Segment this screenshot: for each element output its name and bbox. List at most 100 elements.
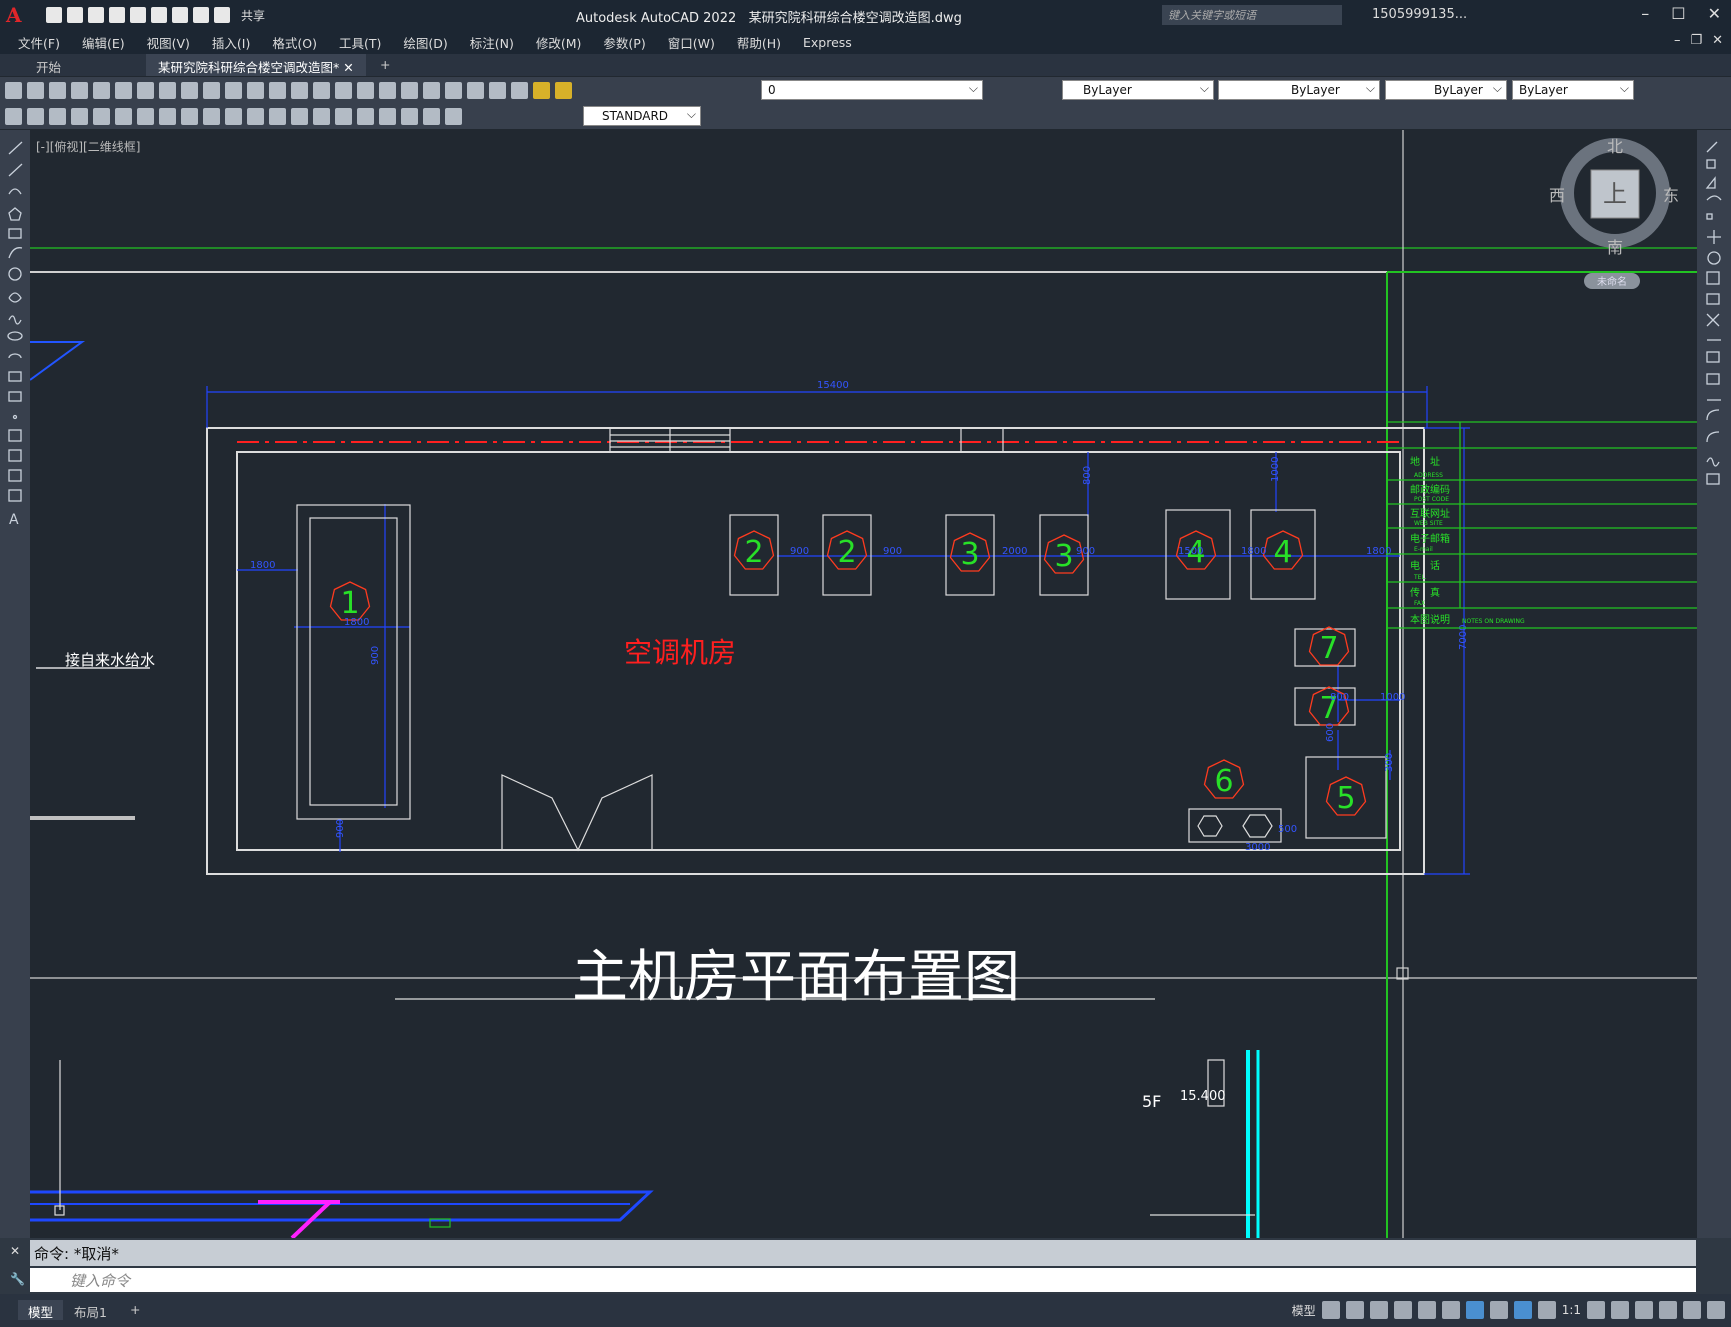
viewcube[interactable]: 上 北 南 东 西 未命名 — [1549, 137, 1679, 289]
workspace-switch-icon[interactable] — [1587, 1301, 1605, 1319]
menu-modify[interactable]: 修改(M) — [536, 33, 582, 52]
table-icon[interactable] — [8, 489, 22, 502]
auto-scale-icon[interactable] — [1537, 1301, 1556, 1319]
line-tool-icon[interactable] — [8, 141, 23, 155]
ortho-icon[interactable] — [1369, 1301, 1388, 1319]
center-mark-icon[interactable] — [335, 107, 352, 125]
match-properties-icon[interactable] — [203, 81, 220, 99]
tolerance-icon[interactable] — [313, 107, 330, 125]
drawing-canvas[interactable]: [-][俯视][二维线框] 1 2 2 3 3 4 4 7 7 6 5 空调机房… — [30, 130, 1697, 1238]
jogged-linear-icon[interactable] — [379, 107, 396, 125]
undo-toolbar-icon[interactable] — [225, 81, 242, 99]
hatch-icon[interactable] — [8, 429, 22, 442]
move-icon[interactable] — [1707, 230, 1721, 244]
baseline-dimension-icon[interactable] — [225, 107, 242, 125]
compass-east[interactable]: 东 — [1663, 186, 1679, 205]
design-center-icon[interactable] — [379, 81, 396, 99]
copy-icon[interactable] — [159, 81, 176, 99]
linetype-dropdown[interactable]: ByLayer — [1218, 80, 1380, 100]
workspace-icon[interactable] — [5, 107, 22, 125]
clean-screen-icon[interactable] — [1683, 1301, 1701, 1319]
array-icon[interactable] — [1706, 213, 1713, 220]
explode-icon[interactable] — [1706, 473, 1720, 485]
tab-close-icon[interactable]: ✕ — [343, 60, 353, 75]
plot-icon[interactable] — [172, 7, 188, 23]
copy-object-icon[interactable] — [1706, 159, 1716, 169]
new-file-icon[interactable] — [5, 81, 22, 99]
insert-block-icon[interactable] — [8, 371, 22, 382]
linear-dimension-icon[interactable] — [27, 107, 44, 125]
print-preview-icon[interactable] — [93, 81, 110, 99]
gradient-icon[interactable] — [8, 449, 22, 462]
cut-icon[interactable] — [137, 81, 154, 99]
zoom-window-icon[interactable] — [313, 81, 330, 99]
fillet-icon[interactable] — [1706, 431, 1720, 443]
lineweight-icon[interactable] — [1489, 1301, 1508, 1319]
angular-dimension-icon[interactable] — [181, 107, 198, 125]
polygon-icon[interactable] — [8, 207, 22, 221]
tab-active-drawing[interactable]: 某研究院科研综合楼空调改造图* ✕ — [146, 54, 366, 76]
offset-icon[interactable] — [1706, 195, 1722, 201]
tab-layout1[interactable]: 布局1 — [64, 1300, 117, 1320]
tab-add-layout[interactable]: + — [120, 1300, 150, 1320]
lineweight-dropdown[interactable]: ByLayer — [1385, 80, 1507, 100]
multiline-text-icon[interactable]: A — [9, 512, 19, 528]
mirror-icon[interactable] — [1705, 176, 1716, 189]
model-space-button[interactable]: 模型 — [1292, 1302, 1316, 1319]
menu-express[interactable]: Express — [803, 35, 852, 50]
compass-north[interactable]: 北 — [1607, 137, 1623, 156]
arc-length-icon[interactable] — [71, 107, 88, 125]
plotstyle-dropdown[interactable]: ByLayer — [1512, 80, 1634, 100]
menu-dimension[interactable]: 标注(N) — [470, 33, 514, 52]
minimize-icon[interactable]: – — [1641, 4, 1649, 23]
dimension-edit-icon[interactable] — [401, 107, 418, 125]
new-icon[interactable] — [46, 7, 62, 23]
menu-file[interactable]: 文件(F) — [18, 33, 60, 52]
construction-line-icon[interactable] — [8, 163, 23, 177]
dimension-space-icon[interactable] — [269, 107, 286, 125]
dimension-update-icon[interactable] — [445, 107, 462, 125]
redo-toolbar-icon[interactable] — [247, 81, 264, 99]
continue-dimension-icon[interactable] — [247, 107, 264, 125]
search-input[interactable]: 键入关键字或短语 — [1162, 5, 1342, 25]
ellipse-icon[interactable] — [7, 331, 23, 341]
hardware-acceleration-icon[interactable] — [1659, 1301, 1677, 1319]
diameter-dimension-icon[interactable] — [159, 107, 176, 125]
pan-icon[interactable] — [269, 81, 286, 99]
save-file-icon[interactable] — [49, 81, 66, 99]
save-as-icon[interactable] — [109, 7, 125, 23]
revision-cloud-icon[interactable] — [8, 292, 22, 303]
circle-icon[interactable] — [8, 267, 22, 281]
layer-sun-icon[interactable] — [555, 81, 572, 99]
isolate-objects-icon[interactable] — [1635, 1301, 1653, 1319]
properties-icon[interactable] — [357, 81, 374, 99]
doc-minimize-icon[interactable]: – — [1674, 33, 1681, 48]
zoom-realtime-icon[interactable] — [291, 81, 308, 99]
close-icon[interactable]: ✕ — [1708, 4, 1721, 23]
open-file-icon[interactable] — [27, 81, 44, 99]
quick-dimension-icon[interactable] — [203, 107, 220, 125]
annotation-scale[interactable]: 1:1 — [1562, 1303, 1581, 1317]
stretch-icon[interactable] — [1706, 293, 1720, 305]
markup-icon[interactable] — [445, 81, 462, 99]
layer-bulb-icon[interactable] — [533, 81, 550, 99]
web-mobile-open-icon[interactable] — [130, 7, 146, 23]
rotate-icon[interactable] — [1707, 251, 1721, 265]
grid-icon[interactable] — [1321, 1301, 1340, 1319]
command-customize-icon[interactable]: 🔧 — [10, 1272, 25, 1286]
share-button[interactable]: 共享 — [241, 7, 265, 24]
web-mobile-save-icon[interactable] — [151, 7, 167, 23]
undo-icon[interactable] — [193, 7, 209, 23]
ordinate-dimension-icon[interactable] — [93, 107, 110, 125]
trim-icon[interactable] — [1706, 313, 1720, 327]
paste-icon[interactable] — [181, 81, 198, 99]
inspection-icon[interactable] — [357, 107, 374, 125]
tab-add-button[interactable]: + — [368, 54, 402, 76]
autocad-logo-icon[interactable]: A — [6, 4, 28, 26]
zoom-previous-icon[interactable] — [335, 81, 352, 99]
publish-icon[interactable] — [115, 81, 132, 99]
calculator-icon[interactable] — [467, 81, 484, 99]
menu-tools[interactable]: 工具(T) — [339, 33, 381, 52]
menu-help[interactable]: 帮助(H) — [737, 33, 781, 52]
command-close-icon[interactable]: ✕ — [10, 1244, 20, 1258]
